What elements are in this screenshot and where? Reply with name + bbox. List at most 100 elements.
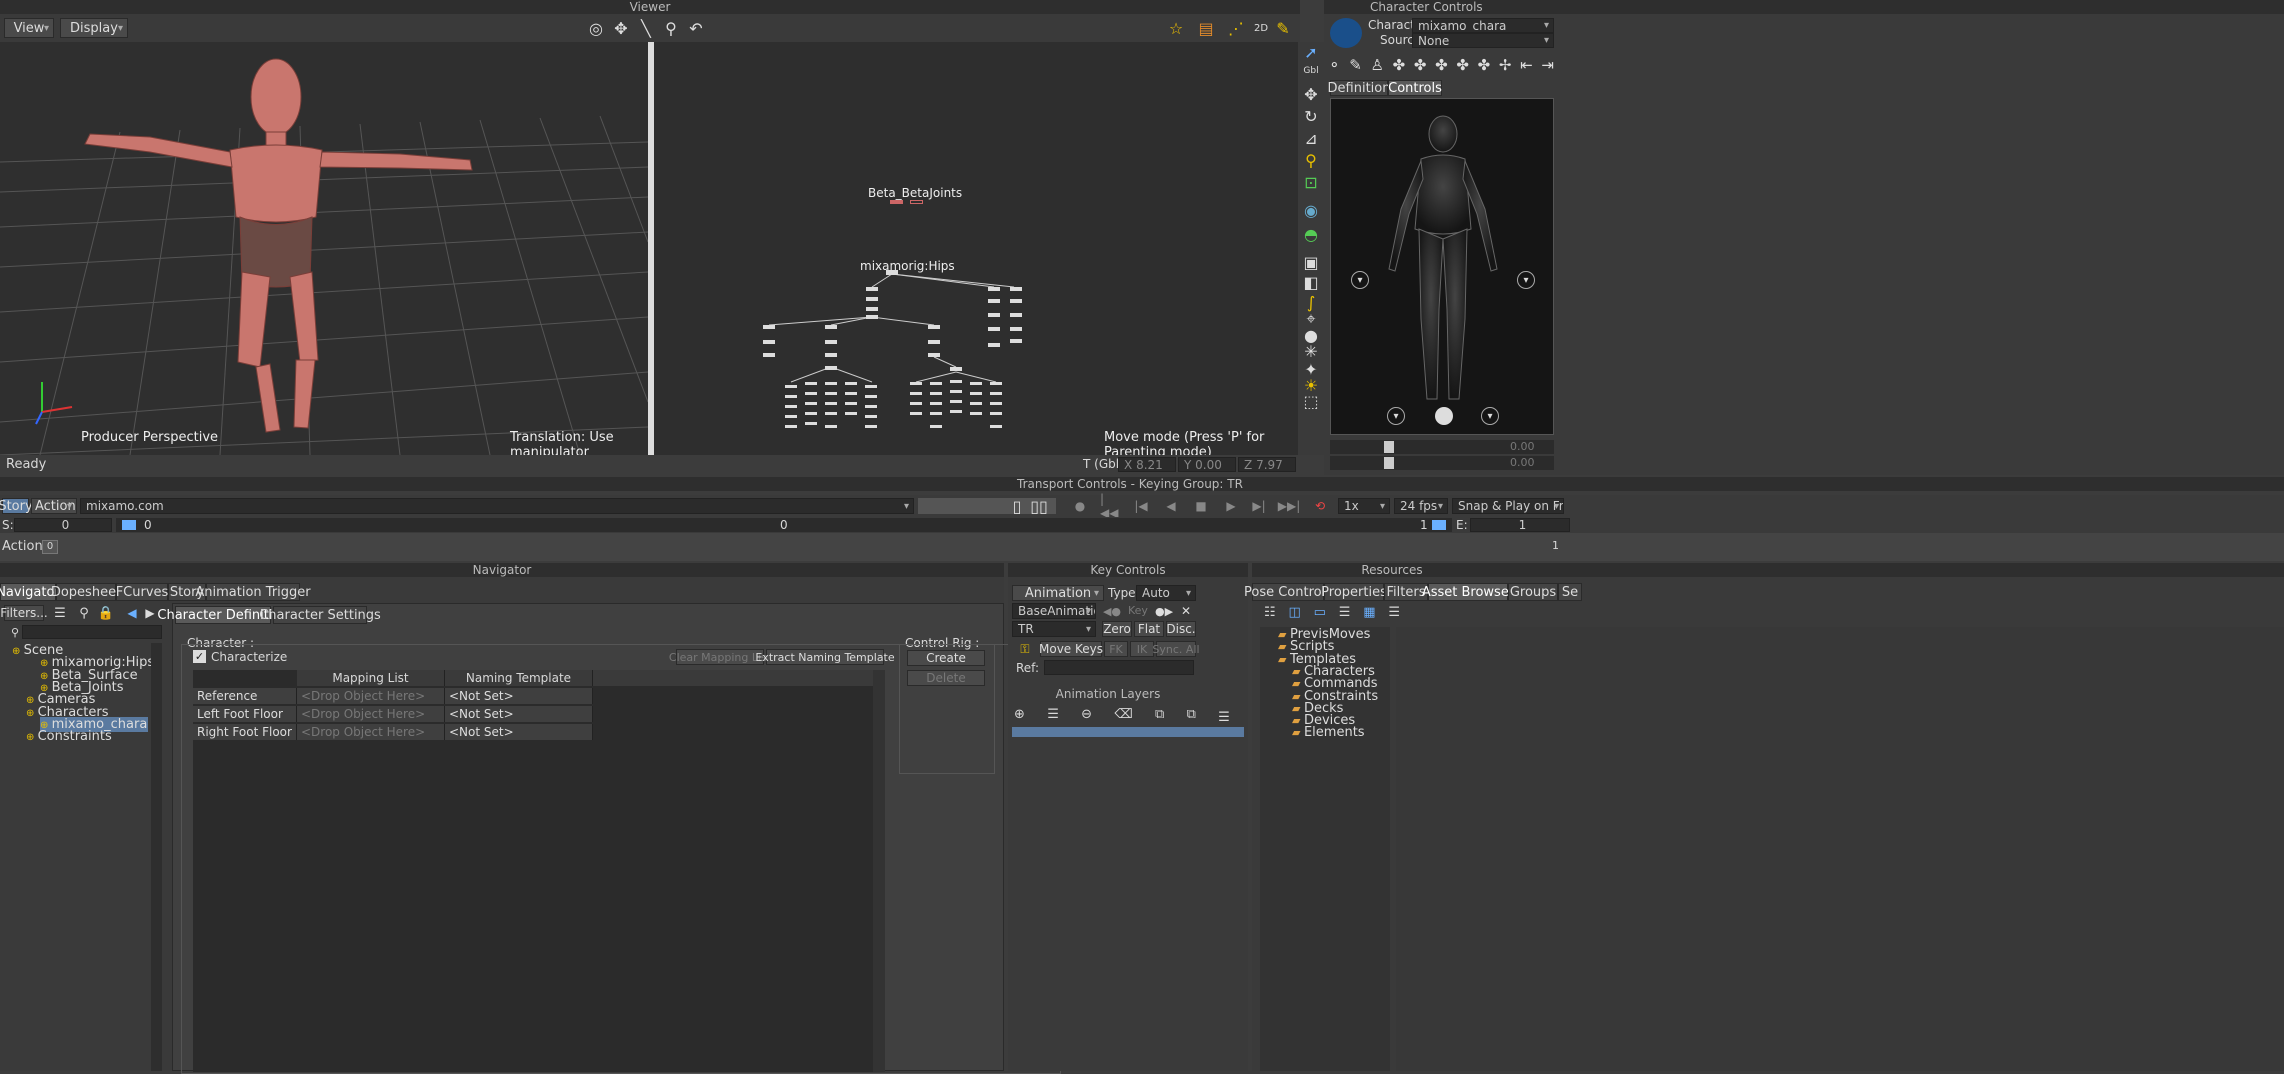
timeline-slider[interactable]: 0 0 1 bbox=[116, 518, 1452, 532]
asset-tree-item[interactable]: ▰ Elements bbox=[1292, 725, 1365, 740]
grid-view-icon[interactable]: ▦ bbox=[1363, 605, 1375, 623]
list-view-icon[interactable]: ☰ bbox=[1339, 605, 1351, 623]
character-select[interactable]: mixamo_chara bbox=[1412, 18, 1554, 33]
key-tool-icon[interactable]: ⊡ bbox=[1300, 172, 1322, 192]
tab-groups[interactable]: Groups bbox=[1508, 583, 1558, 601]
left-hand-marker-icon[interactable]: ▾ bbox=[1351, 271, 1369, 289]
pen-icon[interactable]: ✎ bbox=[1272, 16, 1294, 40]
release-icon[interactable]: ⇤ bbox=[1520, 56, 1533, 76]
delete-button[interactable]: Delete bbox=[907, 670, 985, 686]
x-field[interactable]: X 8.21 bbox=[1118, 457, 1176, 472]
blend-icon[interactable]: ⇥ bbox=[1541, 56, 1554, 76]
right-foot-marker-icon[interactable]: ▾ bbox=[1481, 407, 1499, 425]
full-body-icon[interactable]: ♙ bbox=[1371, 56, 1384, 76]
sync-all-button[interactable]: Sync. All bbox=[1152, 641, 1200, 657]
clear-mapping-button[interactable]: Clear Mapping List bbox=[669, 649, 771, 665]
mapping-drop-cell[interactable]: <Drop Object Here> bbox=[297, 706, 445, 722]
schematic-viewport[interactable]: Beta_BetaJoints mixamorig:Hips Move mode… bbox=[654, 42, 1298, 455]
tab-se[interactable]: Se bbox=[1558, 583, 1582, 601]
fk-button[interactable]: FK bbox=[1104, 641, 1128, 657]
tab-dopesheet[interactable]: Dopesheet bbox=[51, 583, 121, 601]
base-layer-row[interactable] bbox=[1012, 727, 1244, 737]
speed-select[interactable]: 1x bbox=[1338, 498, 1390, 514]
tab-definition[interactable]: Definition bbox=[1328, 80, 1390, 96]
mapping-drop-cell[interactable]: <Drop Object Here> bbox=[297, 724, 445, 740]
extract-template-button[interactable]: Extract Naming Template bbox=[755, 649, 895, 665]
story-button[interactable]: Story bbox=[0, 498, 33, 514]
layers-menu-icon[interactable]: ☰ bbox=[1214, 707, 1234, 727]
joint-icon[interactable]: ✳ bbox=[1300, 342, 1322, 361]
tab-asset-browser[interactable]: Asset Browser bbox=[1422, 583, 1514, 601]
layer-stack-icon[interactable]: ☰ bbox=[1047, 707, 1059, 727]
take-select[interactable]: mixamo.com bbox=[80, 498, 914, 514]
z-field[interactable]: Z 7.97 bbox=[1238, 457, 1296, 472]
global-icon[interactable]: Gbl bbox=[1300, 64, 1322, 78]
bone-tool-icon[interactable]: ⚲ bbox=[1300, 150, 1322, 170]
translate-icon[interactable]: ✥ bbox=[610, 16, 632, 40]
mapping-scrollbar[interactable] bbox=[873, 670, 885, 1072]
flat-button[interactable]: Flat bbox=[1134, 621, 1164, 637]
fps-select[interactable]: 24 fps bbox=[1394, 498, 1448, 514]
rotate-effector-icon[interactable]: ✤ bbox=[1478, 56, 1491, 76]
line-tool-icon[interactable]: ╲ bbox=[635, 16, 657, 40]
create-button[interactable]: Create bbox=[907, 650, 985, 666]
selection-icon[interactable]: ✤ bbox=[1414, 56, 1427, 76]
pin-effector-icon[interactable]: ✎ bbox=[1349, 56, 1362, 76]
slider-row-1[interactable]: 0.00 bbox=[1330, 440, 1554, 454]
key-icon[interactable]: ⚿ bbox=[1012, 641, 1038, 657]
add-layer-icon[interactable]: ⊕ bbox=[1014, 707, 1025, 727]
single-view-icon[interactable]: ▯ bbox=[1010, 497, 1024, 516]
layer-merge-icon[interactable]: ⧉ bbox=[1155, 707, 1164, 727]
disc-button[interactable]: Disc. bbox=[1166, 621, 1196, 637]
timeline-left-handle[interactable] bbox=[122, 520, 136, 530]
translate-effector-icon[interactable]: ✤ bbox=[1456, 56, 1469, 76]
stop-icon[interactable]: ■ bbox=[1192, 497, 1210, 515]
star-icon[interactable]: ☆ bbox=[1165, 16, 1187, 40]
prev-key-button-icon[interactable]: ◀● bbox=[1102, 603, 1122, 619]
tab-navigator[interactable]: Navigator bbox=[0, 583, 60, 601]
play-back-icon[interactable]: ◀ bbox=[1162, 497, 1180, 515]
snap-select[interactable]: Snap & Play on Frames bbox=[1452, 498, 1564, 514]
tab-controls[interactable]: Controls bbox=[1388, 80, 1442, 96]
path-icon[interactable]: ⋰ bbox=[1225, 16, 1247, 40]
single-pane-icon[interactable]: ▭ bbox=[1314, 605, 1326, 623]
body-part-icon[interactable]: ⚬ bbox=[1328, 56, 1341, 76]
next-key-button-icon[interactable]: ●▶ bbox=[1154, 603, 1174, 619]
keying-group-select[interactable]: TR bbox=[1012, 621, 1096, 637]
tab-character-definition[interactable]: Character Definition bbox=[157, 606, 289, 624]
box-icon[interactable]: ◧ bbox=[1300, 272, 1322, 292]
start-frame-field[interactable]: 0 bbox=[14, 518, 112, 532]
move-keys-button[interactable]: Move Keys bbox=[1039, 641, 1103, 657]
detail-view-icon[interactable]: ☰ bbox=[1388, 605, 1400, 623]
action-select[interactable]: Action bbox=[31, 498, 77, 514]
select-arrow-icon[interactable]: ➚ bbox=[1300, 42, 1322, 62]
mirror-icon[interactable]: ✤ bbox=[1435, 56, 1448, 76]
ik-button[interactable]: IK bbox=[1130, 641, 1154, 657]
split-view-icon[interactable]: ◫ bbox=[1288, 605, 1300, 623]
mapping-drop-cell[interactable]: <Drop Object Here> bbox=[297, 688, 445, 704]
play-icon[interactable]: ▶ bbox=[1222, 497, 1240, 515]
undo-arc-icon[interactable]: ↶ bbox=[685, 16, 707, 40]
layer-trash-icon[interactable]: ⌫ bbox=[1114, 707, 1132, 727]
loop-icon[interactable]: ⟲ bbox=[1308, 497, 1332, 515]
view-menu[interactable]: View bbox=[4, 18, 54, 38]
action-track[interactable]: Action 0 1 bbox=[0, 533, 2284, 561]
ref-field[interactable] bbox=[1044, 660, 1194, 675]
tab-fcurves[interactable]: FCurves bbox=[116, 583, 168, 601]
tree-item[interactable]: ⊕ Constraints bbox=[26, 729, 112, 744]
go-end-icon[interactable]: ▶▶| bbox=[1278, 497, 1301, 515]
list-icon[interactable]: ☰ bbox=[50, 603, 70, 623]
record-icon[interactable]: ● bbox=[1072, 497, 1088, 515]
tab-pose-controls[interactable]: Pose Controls bbox=[1244, 583, 1332, 601]
zero-button[interactable]: Zero bbox=[1102, 621, 1132, 637]
navigator-search[interactable] bbox=[22, 625, 162, 639]
dual-view-icon[interactable]: ▯▯ bbox=[1028, 497, 1050, 516]
3d-viewport[interactable]: Producer Perspective Translation: Use ma… bbox=[0, 42, 648, 455]
slider-handle-2[interactable] bbox=[1384, 457, 1394, 469]
timeline-icon[interactable]: ▤ bbox=[1195, 16, 1217, 40]
type-select[interactable]: Auto bbox=[1136, 585, 1196, 601]
body-parts-icon[interactable]: ✤ bbox=[1393, 56, 1406, 76]
prev-key-icon[interactable]: |◀ bbox=[1132, 497, 1150, 515]
zoom-icon[interactable]: ⚲ bbox=[660, 16, 682, 40]
light-tool-icon[interactable]: ◓ bbox=[1300, 224, 1322, 244]
